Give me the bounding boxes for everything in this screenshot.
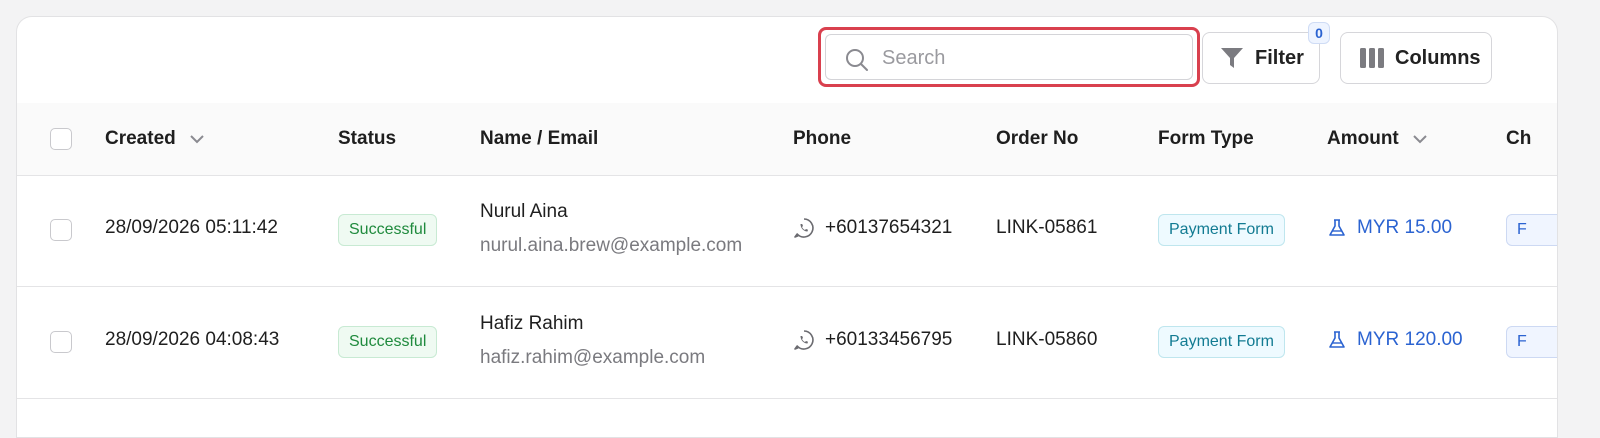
- table-toolbar: Filter 0 Columns: [17, 17, 1557, 104]
- amount-value: MYR 15.00: [1357, 217, 1453, 238]
- amount-link[interactable]: MYR 15.00: [1327, 217, 1452, 239]
- columns-icon: [1360, 48, 1384, 68]
- phone-number: +60133456795: [825, 329, 953, 350]
- select-all-checkbox[interactable]: [50, 128, 72, 150]
- customer-email: nurul.aina.brew@example.com: [480, 235, 743, 256]
- search-box[interactable]: [825, 34, 1193, 81]
- amount-link[interactable]: MYR 120.00: [1327, 329, 1463, 351]
- funnel-icon: [1221, 48, 1243, 68]
- column-header-status: Status: [338, 128, 397, 149]
- columns-button[interactable]: Columns: [1340, 32, 1492, 84]
- customer-email: hafiz.rahim@example.com: [480, 347, 706, 368]
- table-row[interactable]: 28/09/2026 04:08:43 Successful Hafiz Rah…: [17, 287, 1557, 399]
- order-number: LINK-05861: [996, 217, 1098, 238]
- column-header-created-label: Created: [105, 128, 176, 149]
- search-input[interactable]: [880, 35, 1184, 81]
- created-date: 28/09/2026 04:08:43: [105, 329, 280, 350]
- customer-name: Hafiz Rahim: [480, 313, 584, 334]
- column-header-amount-label: Amount: [1327, 128, 1399, 149]
- filter-button[interactable]: Filter: [1202, 32, 1320, 84]
- chevron-down-icon: [190, 135, 204, 144]
- column-header-phone: Phone: [793, 128, 852, 149]
- table-header: Created Status Name / Email Phone Order …: [17, 103, 1557, 176]
- phone-cell[interactable]: +60133456795: [793, 329, 952, 351]
- columns-button-label: Columns: [1395, 46, 1481, 69]
- customer-name: Nurul Aina: [480, 201, 568, 222]
- column-header-created[interactable]: Created: [105, 103, 205, 175]
- column-header-order-no: Order No: [996, 128, 1079, 149]
- whatsapp-icon: [794, 330, 814, 350]
- search-focus-ring: [818, 27, 1200, 87]
- search-icon: [846, 49, 868, 71]
- filter-button-label: Filter: [1255, 46, 1304, 69]
- partial-badge: F: [1506, 214, 1557, 246]
- transactions-table-card: Filter 0 Columns Created Status Name / E…: [16, 16, 1558, 438]
- filter-count-badge: 0: [1308, 22, 1330, 44]
- whatsapp-icon: [794, 218, 814, 238]
- row-checkbox[interactable]: [50, 219, 72, 241]
- amount-value: MYR 120.00: [1357, 329, 1463, 350]
- form-type-badge: Payment Form: [1158, 326, 1285, 358]
- created-date: 28/09/2026 05:11:42: [105, 217, 278, 238]
- column-header-name-email: Name / Email: [480, 128, 599, 149]
- order-number: LINK-05860: [996, 329, 1098, 350]
- form-type-badge: Payment Form: [1158, 214, 1285, 246]
- partial-badge: F: [1506, 326, 1557, 358]
- table-row[interactable]: 28/09/2026 05:11:42 Successful Nurul Ain…: [17, 175, 1557, 287]
- chevron-down-icon: [1413, 135, 1427, 144]
- column-header-form-type: Form Type: [1158, 128, 1254, 149]
- status-badge: Successful: [338, 326, 438, 358]
- column-header-partial: Ch: [1506, 128, 1532, 149]
- column-header-amount[interactable]: Amount: [1327, 103, 1428, 175]
- status-badge: Successful: [338, 214, 438, 246]
- phone-cell[interactable]: +60137654321: [793, 217, 952, 239]
- flask-icon: [1329, 331, 1345, 348]
- row-checkbox[interactable]: [50, 331, 72, 353]
- flask-icon: [1329, 219, 1345, 236]
- phone-number: +60137654321: [825, 217, 953, 238]
